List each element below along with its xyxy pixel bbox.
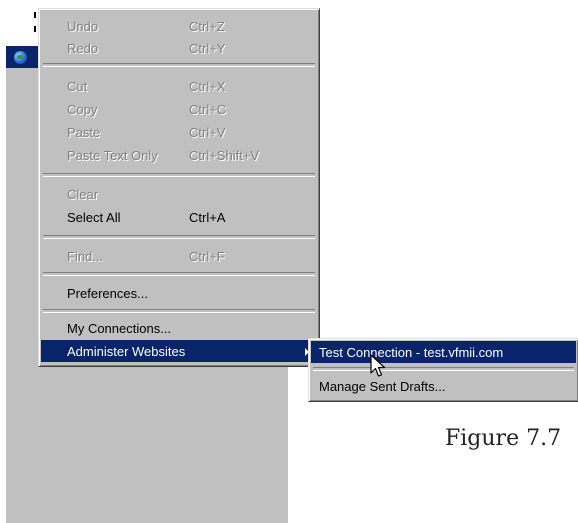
menu-item-label: Find...: [67, 249, 104, 264]
menu-item-find[interactable]: Find... Ctrl+F: [41, 245, 317, 267]
menu-item-label: Paste Text Only: [67, 148, 158, 163]
menu-item-label: Select All: [67, 210, 121, 225]
menu-item-label: Cut: [67, 79, 88, 94]
menu-item-shortcut: Ctrl+A: [189, 210, 226, 225]
menu-separator: [43, 173, 315, 177]
menu-item-shortcut: Ctrl+Shift+V: [189, 148, 260, 163]
menu-separator: [43, 309, 315, 313]
menu-separator: [43, 235, 315, 239]
menu-item-undo[interactable]: Undo Ctrl+Z: [41, 15, 317, 37]
window-edge-mark: [34, 26, 36, 32]
menu-item-label: Administer Websites: [67, 344, 186, 359]
menu-item-cut[interactable]: Cut Ctrl+X: [41, 75, 317, 97]
menu-separator: [313, 367, 574, 371]
menu-item-shortcut: Ctrl+V: [189, 125, 226, 140]
menu-item-administer-websites[interactable]: Administer Websites: [41, 340, 317, 362]
menu-item-paste-text-only[interactable]: Paste Text Only Ctrl+Shift+V: [41, 144, 317, 166]
menu-item-shortcut: Ctrl+Z: [189, 19, 225, 34]
submenu-item-manage-sent-drafts[interactable]: Manage Sent Drafts...: [311, 375, 576, 397]
menu-item-clear[interactable]: Clear: [41, 183, 317, 205]
window-edge-mark: [34, 12, 36, 18]
menu-item-label: Clear: [67, 187, 99, 202]
edit-menu: Undo Ctrl+Z Redo Ctrl+Y Cut Ctrl+X Copy …: [38, 8, 320, 367]
submenu-item-test-connection[interactable]: Test Connection - test.vfmii.com: [311, 341, 576, 363]
menu-item-copy[interactable]: Copy Ctrl+C: [41, 98, 317, 120]
menu-item-label: Copy: [67, 102, 98, 117]
administer-websites-submenu: Test Connection - test.vfmii.com Manage …: [308, 338, 578, 402]
menu-item-select-all[interactable]: Select All Ctrl+A: [41, 206, 317, 228]
menu-item-redo[interactable]: Redo Ctrl+Y: [41, 37, 317, 59]
menu-item-label: Preferences...: [67, 286, 148, 301]
globe-icon: [14, 51, 27, 64]
menu-item-label: My Connections...: [67, 321, 172, 336]
mouse-pointer-icon: [370, 354, 386, 377]
menu-item-label: Redo: [67, 41, 99, 56]
submenu-item-label: Manage Sent Drafts...: [319, 379, 446, 394]
menu-item-shortcut: Ctrl+Y: [189, 41, 226, 56]
menu-item-shortcut: Ctrl+C: [189, 102, 227, 117]
menu-item-label: Paste: [67, 125, 101, 140]
menu-item-preferences[interactable]: Preferences...: [41, 282, 317, 304]
menu-item-shortcut: Ctrl+X: [189, 79, 226, 94]
menu-item-paste[interactable]: Paste Ctrl+V: [41, 121, 317, 143]
menu-item-shortcut: Ctrl+F: [189, 249, 225, 264]
submenu-item-label: Test Connection - test.vfmii.com: [319, 345, 504, 360]
menu-separator: [43, 272, 315, 276]
menu-separator: [43, 63, 315, 67]
figure-caption: Figure 7.7: [445, 426, 562, 451]
menu-item-my-connections[interactable]: My Connections...: [41, 317, 317, 339]
menu-item-label: Undo: [67, 19, 99, 34]
